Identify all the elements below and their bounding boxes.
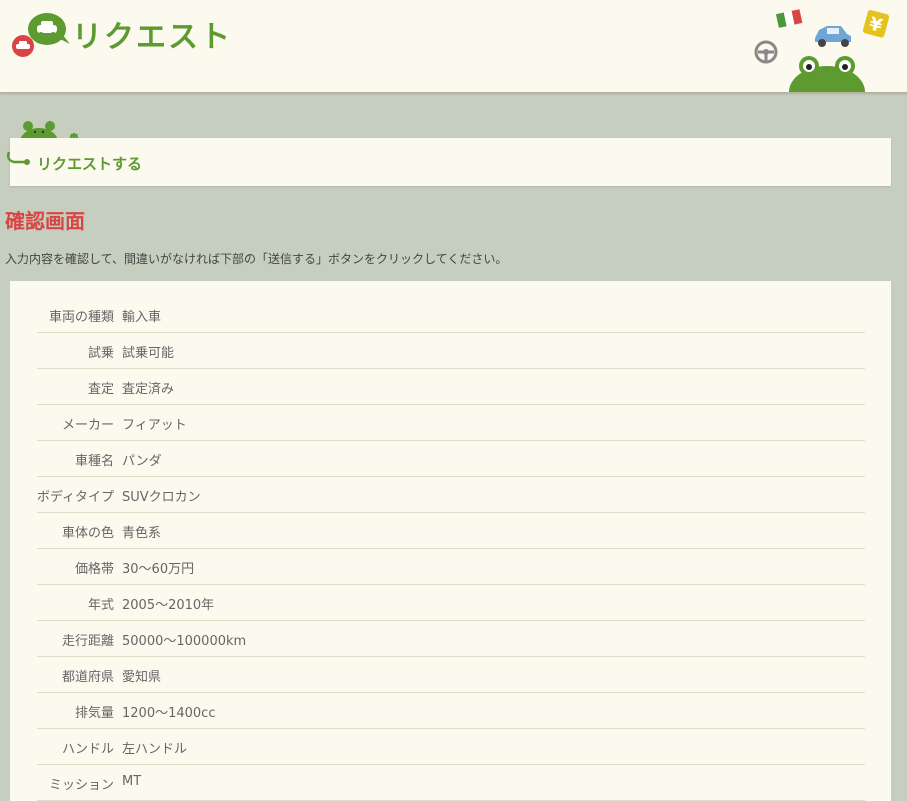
italian-flag-icon bbox=[775, 9, 803, 28]
row-value: パンダ bbox=[122, 454, 162, 469]
section-title: リクエストする bbox=[37, 155, 143, 173]
table-row: 走行距離 50000～100000km bbox=[37, 621, 865, 657]
section-title-bar bbox=[10, 138, 891, 186]
instruction-text: 入力内容を確認して、間違いがなければ下部の「送信する」ボタンをクリックしてくださ… bbox=[5, 252, 508, 266]
blue-car-icon bbox=[815, 26, 851, 47]
row-label: ボディタイプ bbox=[36, 490, 114, 505]
row-value: 30～60万円 bbox=[122, 562, 195, 577]
row-value: 50000～100000km bbox=[122, 634, 247, 649]
table-row: メーカー フィアット bbox=[37, 405, 865, 441]
row-value: 左ハンドル bbox=[122, 742, 188, 757]
row-label: 価格帯 bbox=[74, 562, 114, 577]
row-value: 査定済み bbox=[122, 382, 175, 397]
table-row: 排気量 1200～1400cc bbox=[37, 693, 865, 729]
confirm-table: 車両の種類 輸入車 試乗 試乗可能 査定 査定済み メーカー フィアット 車種名 パンダ ボディタイ… bbox=[37, 297, 865, 801]
yen-icon: ¥ bbox=[862, 9, 890, 38]
page-heading: 確認画面 bbox=[5, 209, 85, 233]
site-title[interactable]: リクエスト bbox=[72, 12, 232, 56]
row-label: 試乗 bbox=[87, 346, 114, 361]
table-row: 車体の色 青色系 bbox=[37, 513, 865, 549]
table-row: ミッション MT bbox=[37, 765, 865, 801]
table-row: ハンドル 左ハンドル bbox=[37, 729, 865, 765]
table-row: 都道府県 愛知県 bbox=[37, 657, 865, 693]
table-row: 車種名 パンダ bbox=[37, 441, 865, 477]
table-row: 試乗 試乗可能 bbox=[37, 333, 865, 369]
table-row: 価格帯 30～60万円 bbox=[37, 549, 865, 585]
table-row: ボディタイプ SUVクロカン bbox=[37, 477, 865, 513]
row-label: 排気量 bbox=[74, 706, 114, 721]
row-value: 輸入車 bbox=[122, 310, 162, 325]
row-label: 車種名 bbox=[74, 454, 114, 469]
row-value: 青色系 bbox=[122, 526, 162, 541]
row-value: MT bbox=[122, 774, 142, 789]
steering-wheel-icon bbox=[754, 40, 778, 64]
row-value: SUVクロカン bbox=[122, 490, 201, 505]
row-label: 年式 bbox=[87, 598, 114, 613]
table-row: 年式 2005～2010年 bbox=[37, 585, 865, 621]
table-row: 査定 査定済み bbox=[37, 369, 865, 405]
row-value: 愛知県 bbox=[122, 670, 162, 685]
row-label: メーカー bbox=[61, 418, 114, 433]
row-value: フィアット bbox=[122, 418, 187, 433]
confirm-panel: 車両の種類 輸入車 試乗 試乗可能 査定 査定済み メーカー フィアット 車種名 パンダ ボディタイ… bbox=[10, 281, 891, 801]
table-row: 車両の種類 輸入車 bbox=[37, 297, 865, 333]
row-label: 車体の色 bbox=[61, 526, 114, 541]
row-value: 2005～2010年 bbox=[122, 598, 215, 613]
row-label: 査定 bbox=[87, 382, 114, 397]
row-value: 試乗可能 bbox=[122, 346, 175, 361]
row-label: 走行距離 bbox=[61, 634, 114, 649]
row-value: 1200～1400cc bbox=[122, 706, 216, 721]
row-label: 車両の種類 bbox=[48, 310, 114, 325]
header-decoration: ¥ bbox=[754, 9, 890, 92]
site-header: リクエスト ¥ bbox=[0, 0, 907, 93]
speech-bubble-car-small-icon bbox=[12, 35, 34, 57]
row-label: ハンドル bbox=[61, 742, 114, 757]
hook-icon bbox=[6, 151, 30, 165]
frog-mascot-icon bbox=[789, 56, 865, 92]
row-label: 都道府県 bbox=[61, 670, 114, 685]
